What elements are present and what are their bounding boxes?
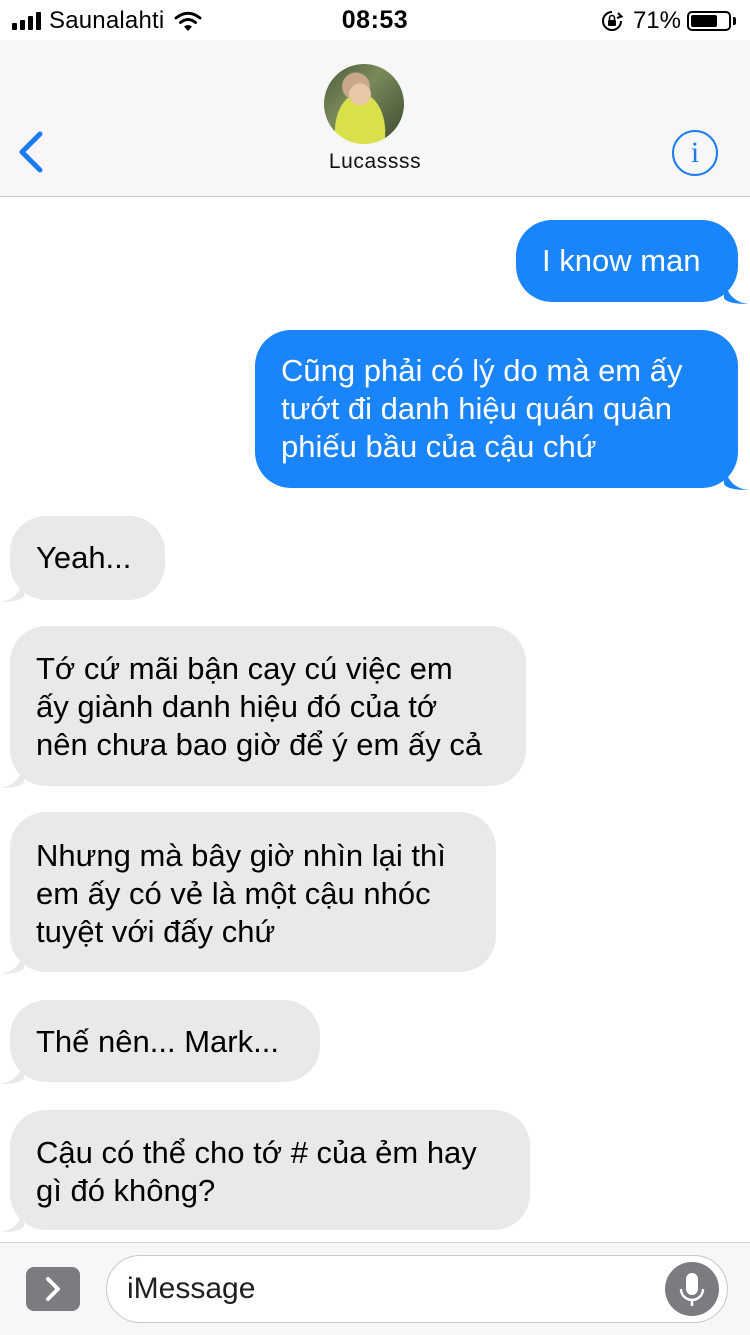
bubble-tail xyxy=(724,276,748,304)
bubble-tail xyxy=(0,574,24,602)
bubble-tail xyxy=(724,462,748,490)
battery-icon xyxy=(687,11,731,31)
chevron-right-icon xyxy=(46,1277,60,1301)
rotation-lock-icon xyxy=(601,11,623,31)
battery-tip xyxy=(733,17,736,25)
contact-name[interactable]: Lucassss xyxy=(0,150,750,174)
compose-bar: iMessage xyxy=(0,1242,750,1335)
message-bubble-incoming[interactable]: Tớ cứ mãi bận cay cú việc em ấy giành da… xyxy=(0,626,526,788)
message-text: Yeah... xyxy=(36,540,132,575)
conversation-header: Lucassss i xyxy=(0,40,750,197)
status-bar: Saunalahti 08:53 71% xyxy=(0,0,750,40)
message-bubble-incoming[interactable]: Cậu có thể cho tớ # của ẻm hay gì đó khô… xyxy=(0,1110,530,1232)
message-text: Tớ cứ mãi bận cay cú việc em ấy giành da… xyxy=(36,651,483,762)
message-bubble-incoming[interactable]: Thế nên... Mark... xyxy=(0,1000,320,1084)
microphone-icon xyxy=(679,1273,705,1306)
message-text: Cậu có thể cho tớ # của ẻm hay gì đó khô… xyxy=(36,1135,477,1208)
bubble-tail xyxy=(0,946,24,974)
message-input[interactable]: iMessage xyxy=(106,1255,728,1323)
message-input-placeholder: iMessage xyxy=(127,1272,256,1305)
message-text: Nhưng mà bây giờ nhìn lại thì em ấy có v… xyxy=(36,838,446,949)
message-bubble-outgoing[interactable]: Cũng phải có lý do mà em ấy tướt đi danh… xyxy=(255,330,748,490)
message-bubble-incoming[interactable]: Nhưng mà bây giờ nhìn lại thì em ấy có v… xyxy=(0,812,496,974)
message-bubble-incoming[interactable]: Yeah... xyxy=(0,516,165,602)
message-text: Thế nên... Mark... xyxy=(36,1024,279,1059)
message-bubble-outgoing[interactable]: I know man xyxy=(516,220,748,304)
bubble-tail xyxy=(0,1204,24,1232)
bubble-tail xyxy=(0,760,24,788)
info-button[interactable]: i xyxy=(672,130,718,176)
dictation-button[interactable] xyxy=(665,1262,719,1316)
battery-level xyxy=(691,15,717,27)
message-text: Cũng phải có lý do mà em ấy tướt đi danh… xyxy=(281,353,683,464)
bubble-tail xyxy=(0,1056,24,1084)
status-right: 71% xyxy=(601,7,736,35)
battery-percent: 71% xyxy=(632,7,681,34)
expand-apps-button[interactable] xyxy=(26,1267,80,1311)
message-text: I know man xyxy=(542,243,701,278)
contact-avatar[interactable] xyxy=(324,64,404,144)
